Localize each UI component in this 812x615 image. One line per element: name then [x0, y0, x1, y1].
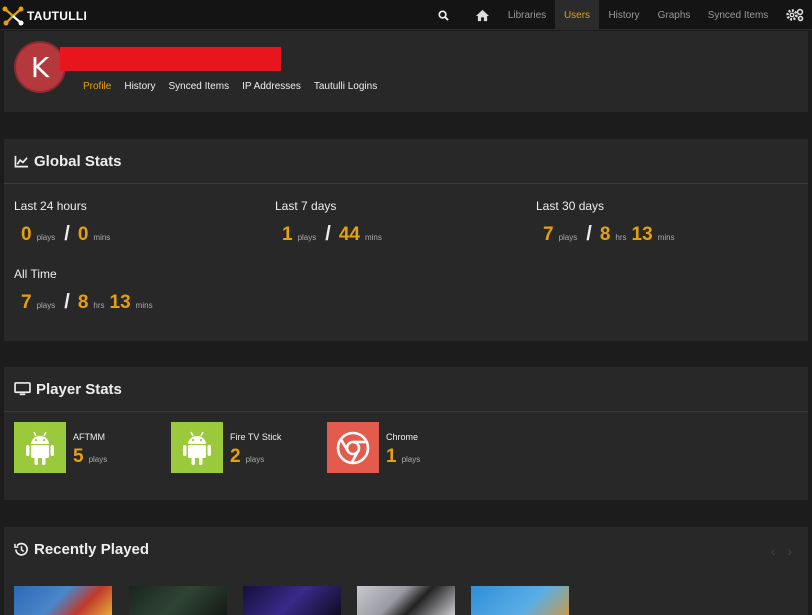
- recent-thumbnail[interactable]: [129, 586, 227, 615]
- plays-unit: plays: [297, 233, 317, 242]
- recently-played-header: Recently Played: [4, 527, 808, 572]
- player-name: Fire TV Stick: [230, 432, 282, 442]
- chevron-right-icon[interactable]: ›: [787, 543, 792, 559]
- global-stats-panel: Global Stats Last 24 hours 0 plays / 0 m…: [4, 139, 808, 341]
- plays-count: 1: [282, 224, 293, 245]
- player-stats-panel: Player Stats AFTMM 5 plays Fire TV Stick…: [4, 367, 808, 500]
- separator: /: [325, 223, 331, 245]
- plays-unit: plays: [36, 301, 56, 310]
- player-stats-title: Player Stats: [36, 380, 122, 398]
- player-icon-bg: [14, 422, 66, 473]
- history-icon: [14, 542, 28, 556]
- player-plays-count: 1: [386, 446, 397, 467]
- hrs-unit: hrs: [615, 233, 627, 242]
- brand-logo[interactable]: TAUTULLI: [2, 6, 87, 26]
- mins-unit: mins: [657, 233, 675, 242]
- separator: /: [64, 291, 70, 313]
- mins-count: 0: [77, 224, 89, 245]
- hrs-unit: hrs: [93, 301, 105, 310]
- separator: /: [586, 223, 592, 245]
- username-redacted: [60, 47, 281, 71]
- top-navbar: TAUTULLI Libraries Users History Graphs …: [0, 0, 812, 30]
- chevron-left-icon[interactable]: ‹: [771, 543, 776, 559]
- stat-label: All Time: [14, 267, 57, 281]
- plays-count: 7: [543, 224, 554, 245]
- tab-history[interactable]: History: [124, 81, 155, 92]
- tab-synced-items[interactable]: Synced Items: [168, 81, 229, 92]
- home-icon: [475, 9, 489, 21]
- profile-tabs: Profile History Synced Items IP Addresse…: [83, 81, 377, 92]
- tab-tautulli-logins[interactable]: Tautulli Logins: [314, 81, 377, 92]
- home-button[interactable]: [467, 0, 497, 30]
- tab-ip-addresses[interactable]: IP Addresses: [242, 81, 301, 92]
- nav-history[interactable]: History: [602, 0, 646, 30]
- android-icon: [26, 431, 54, 465]
- recent-thumbnail[interactable]: [14, 586, 112, 615]
- user-profile-panel: K Profile History Synced Items IP Addres…: [4, 31, 808, 112]
- player-plays-count: 5: [73, 446, 84, 467]
- player-icon-bg: [171, 422, 223, 473]
- global-stats-title: Global Stats: [34, 152, 122, 170]
- plays-unit: plays: [558, 233, 578, 242]
- avatar: K: [14, 41, 66, 93]
- nav-libraries[interactable]: Libraries: [501, 0, 553, 30]
- mins-count: 44: [338, 224, 360, 245]
- mins-count: 13: [109, 292, 131, 313]
- player-card-chrome[interactable]: Chrome 1 plays: [327, 422, 425, 473]
- hrs-count: 8: [77, 292, 89, 313]
- player-card-fire-tv-stick[interactable]: Fire TV Stick 2 plays: [171, 422, 281, 473]
- plays-count: 0: [21, 224, 32, 245]
- recent-thumbnail[interactable]: [471, 586, 569, 615]
- separator: /: [64, 223, 70, 245]
- search-button[interactable]: [430, 0, 456, 30]
- player-card-aftmm[interactable]: AFTMM 5 plays: [14, 422, 112, 473]
- stat-last-24-hours: Last 24 hours 0 plays / 0 mins: [14, 199, 115, 246]
- plays-count: 7: [21, 292, 32, 313]
- recently-played-title: Recently Played: [34, 541, 150, 558]
- search-icon: [437, 9, 449, 21]
- mins-unit: mins: [364, 233, 382, 242]
- recent-thumbnail[interactable]: [357, 586, 455, 615]
- global-stats-header: Global Stats: [4, 139, 808, 184]
- stat-all-time: All Time 7 plays / 8 hrs 13 mins: [14, 267, 158, 314]
- player-plays-count: 2: [230, 446, 241, 467]
- player-plays-unit: plays: [245, 455, 265, 464]
- stat-label: Last 7 days: [275, 199, 337, 213]
- stat-label: Last 24 hours: [14, 199, 87, 213]
- nav-synced-items[interactable]: Synced Items: [700, 0, 776, 30]
- player-name: Chrome: [386, 432, 419, 442]
- chrome-icon: [336, 431, 370, 464]
- plays-unit: plays: [36, 233, 56, 242]
- player-plays-unit: plays: [401, 455, 421, 464]
- monitor-icon: [14, 382, 31, 396]
- tab-profile[interactable]: Profile: [83, 81, 111, 92]
- nav-graphs[interactable]: Graphs: [650, 0, 698, 30]
- tautulli-logo-icon: [2, 6, 24, 26]
- mins-unit: mins: [135, 301, 153, 310]
- player-icon-bg: [327, 422, 379, 473]
- stat-label: Last 30 days: [536, 199, 605, 213]
- settings-menu[interactable]: [780, 0, 810, 30]
- recent-thumbnail[interactable]: [243, 586, 341, 615]
- mins-unit: mins: [93, 233, 111, 242]
- brand-name: TAUTULLI: [27, 9, 88, 23]
- mins-count: 13: [631, 224, 653, 245]
- nav-users[interactable]: Users: [555, 0, 599, 30]
- hrs-count: 8: [599, 224, 611, 245]
- stat-last-7-days: Last 7 days 1 plays / 44 mins: [275, 199, 387, 246]
- player-name: AFTMM: [73, 432, 105, 442]
- player-plays-unit: plays: [88, 455, 108, 464]
- carousel-arrows: ‹ ›: [771, 543, 792, 559]
- player-stats-header: Player Stats: [4, 367, 808, 412]
- recently-played-panel: Recently Played ‹ ›: [4, 527, 808, 615]
- area-chart-icon: [14, 155, 28, 167]
- gear-icon: [786, 8, 804, 22]
- android-icon: [183, 431, 211, 465]
- stat-last-30-days: Last 30 days 7 plays / 8 hrs 13 mins: [536, 199, 680, 246]
